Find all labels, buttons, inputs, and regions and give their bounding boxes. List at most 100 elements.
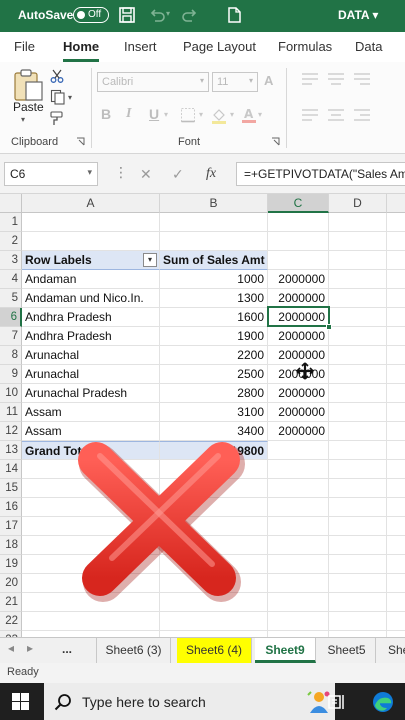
font-size-dropdown-icon[interactable]: ▾ bbox=[249, 76, 253, 85]
cell-d[interactable] bbox=[329, 213, 387, 232]
document-name[interactable]: DATA ▾ bbox=[338, 8, 378, 22]
cell-c[interactable] bbox=[268, 232, 329, 251]
cell-d[interactable] bbox=[329, 365, 387, 384]
sheet-tab-sheet6-4[interactable]: Sheet6 (4) bbox=[177, 638, 252, 663]
edge-browser-icon[interactable] bbox=[371, 690, 395, 714]
cell-c[interactable]: 2000000 bbox=[268, 422, 329, 441]
cell-b[interactable] bbox=[160, 612, 268, 631]
formula-input[interactable]: =+GETPIVOTDATA("Sales Amt" bbox=[236, 162, 405, 186]
italic-icon[interactable]: I bbox=[126, 106, 131, 122]
scroll-sheets-left-icon[interactable]: ◂ bbox=[8, 641, 14, 655]
cell-d[interactable] bbox=[329, 479, 387, 498]
cell-b[interactable]: 2200 bbox=[160, 346, 268, 365]
borders-icon[interactable] bbox=[180, 107, 196, 123]
cell-a[interactable] bbox=[22, 612, 160, 631]
cell-d[interactable] bbox=[329, 346, 387, 365]
cell-d[interactable] bbox=[329, 441, 387, 460]
cell-e[interactable] bbox=[387, 270, 405, 289]
taskbar-search-box[interactable]: Type here to search bbox=[44, 683, 335, 720]
cell-c[interactable] bbox=[268, 213, 329, 232]
sheet-tab-sheet5[interactable]: Sheet5 bbox=[318, 638, 376, 663]
cell-c[interactable]: 2000000 bbox=[268, 270, 329, 289]
cell-c[interactable] bbox=[268, 536, 329, 555]
row-header[interactable]: 15 bbox=[0, 479, 22, 498]
row-header[interactable]: 19 bbox=[0, 555, 22, 574]
cell-e[interactable] bbox=[387, 213, 405, 232]
cell-c[interactable]: 2000000 bbox=[268, 327, 329, 346]
row-header[interactable]: 21 bbox=[0, 593, 22, 612]
cell-c[interactable] bbox=[268, 612, 329, 631]
cell-e[interactable] bbox=[387, 536, 405, 555]
task-view-icon[interactable] bbox=[327, 692, 347, 712]
cell-e[interactable] bbox=[387, 365, 405, 384]
sheet-tab-sheet9[interactable]: Sheet9 bbox=[255, 638, 316, 663]
cell-b[interactable]: 1600 bbox=[160, 308, 268, 327]
cell-e[interactable] bbox=[387, 346, 405, 365]
cell-a[interactable]: Andhra Pradesh bbox=[22, 327, 160, 346]
filter-dropdown-icon[interactable]: ▾ bbox=[143, 253, 157, 267]
cell-d[interactable] bbox=[329, 574, 387, 593]
new-document-icon[interactable] bbox=[224, 5, 244, 25]
cell-c[interactable]: 2000000 bbox=[268, 289, 329, 308]
cell-a[interactable]: Arunachal bbox=[22, 346, 160, 365]
cell-e[interactable] bbox=[387, 574, 405, 593]
tab-formulas[interactable]: Formulas bbox=[278, 39, 332, 54]
cell-d[interactable] bbox=[329, 422, 387, 441]
column-header-b[interactable]: B bbox=[160, 194, 268, 213]
pivot-row-labels-header[interactable]: Row Labels ▾ bbox=[22, 251, 160, 270]
row-header[interactable]: 4 bbox=[0, 270, 22, 289]
cell-e[interactable] bbox=[387, 232, 405, 251]
cell-e[interactable] bbox=[387, 441, 405, 460]
tab-file[interactable]: File bbox=[14, 39, 35, 54]
cell-c[interactable]: 2000000 bbox=[268, 308, 329, 327]
select-all-corner[interactable] bbox=[0, 194, 22, 213]
paste-label[interactable]: Paste bbox=[13, 100, 44, 114]
cell-c[interactable] bbox=[268, 517, 329, 536]
cell-e[interactable] bbox=[387, 422, 405, 441]
row-header[interactable]: 7 bbox=[0, 327, 22, 346]
sheet-tab-truncated[interactable]: She bbox=[378, 638, 405, 663]
row-header[interactable]: 9 bbox=[0, 365, 22, 384]
cell-d[interactable] bbox=[329, 384, 387, 403]
column-header-d[interactable]: D bbox=[329, 194, 387, 213]
row-header[interactable]: 14 bbox=[0, 460, 22, 479]
column-header-c[interactable]: C bbox=[268, 194, 329, 213]
cell-c[interactable] bbox=[268, 574, 329, 593]
row-header[interactable]: 11 bbox=[0, 403, 22, 422]
cut-icon[interactable] bbox=[50, 69, 64, 83]
row-header[interactable]: 16 bbox=[0, 498, 22, 517]
cell-a[interactable]: Andaman und Nico.In. bbox=[22, 289, 160, 308]
cell-a[interactable] bbox=[22, 232, 160, 251]
cell-d[interactable] bbox=[329, 289, 387, 308]
cell-e[interactable] bbox=[387, 498, 405, 517]
row-header[interactable]: 8 bbox=[0, 346, 22, 365]
name-box-dropdown-icon[interactable]: ▾ bbox=[87, 167, 92, 178]
row-header[interactable]: 3 bbox=[0, 251, 22, 270]
insert-function-icon[interactable]: fx bbox=[206, 166, 216, 182]
cell-c[interactable] bbox=[268, 479, 329, 498]
cell-a[interactable]: Andaman bbox=[22, 270, 160, 289]
cell-c[interactable] bbox=[268, 460, 329, 479]
cell-d[interactable] bbox=[329, 517, 387, 536]
cell-b[interactable] bbox=[160, 232, 268, 251]
font-color-dropdown-icon[interactable]: ▾ bbox=[258, 110, 262, 119]
cell-b[interactable]: 2800 bbox=[160, 384, 268, 403]
cell-c[interactable] bbox=[268, 555, 329, 574]
fill-color-icon[interactable] bbox=[210, 106, 228, 124]
name-box[interactable]: C6 ▾ bbox=[4, 162, 98, 186]
underline-dropdown-icon[interactable]: ▾ bbox=[164, 110, 168, 119]
row-header[interactable]: 22 bbox=[0, 612, 22, 631]
font-color-icon[interactable]: A bbox=[241, 106, 257, 124]
row-header[interactable]: 18 bbox=[0, 536, 22, 555]
cell-b[interactable]: 2500 bbox=[160, 365, 268, 384]
windows-start-icon[interactable] bbox=[12, 693, 29, 710]
cell-e[interactable] bbox=[387, 289, 405, 308]
fill-color-dropdown-icon[interactable]: ▾ bbox=[230, 110, 234, 119]
row-header[interactable]: 2 bbox=[0, 232, 22, 251]
cell-d[interactable] bbox=[329, 593, 387, 612]
fill-handle[interactable] bbox=[326, 324, 332, 330]
cell-c[interactable]: 2000000 bbox=[268, 384, 329, 403]
cell-d[interactable] bbox=[329, 555, 387, 574]
cell-e[interactable] bbox=[387, 460, 405, 479]
confirm-edit-icon[interactable]: ✓ bbox=[172, 166, 184, 183]
